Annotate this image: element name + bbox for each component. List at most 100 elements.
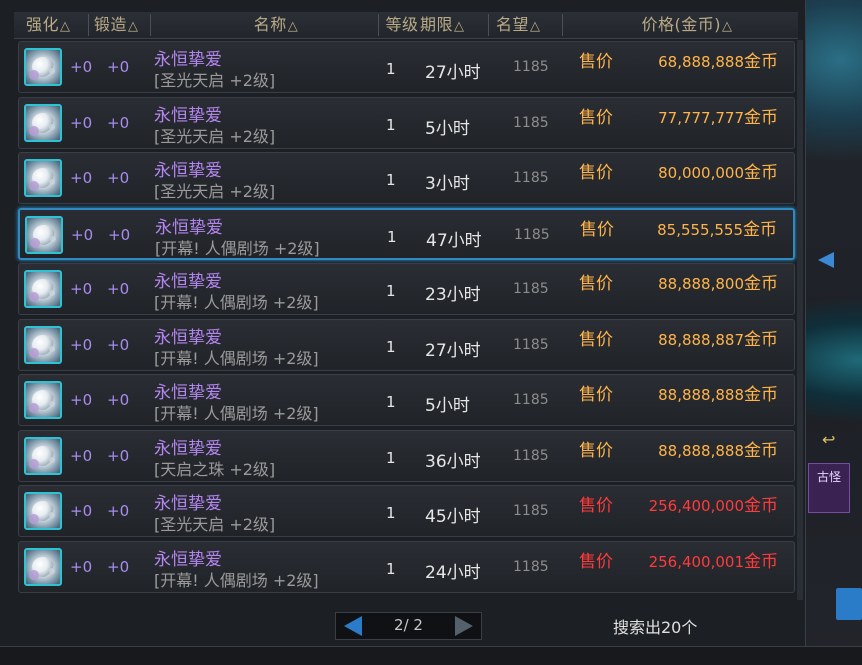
listing-row[interactable]: +0 +0 永恒挚爱 [圣光天启 +2级] 1 45小时 1185 售价 256… bbox=[18, 485, 795, 537]
item-level: 1 bbox=[386, 393, 396, 411]
sell-label: 售价 bbox=[580, 219, 614, 240]
header-divider bbox=[150, 14, 151, 36]
return-icon[interactable]: ↩ bbox=[822, 430, 835, 449]
item-subname: [天启之珠 +2级] bbox=[154, 459, 276, 479]
item-subname: [圣光天启 +2级] bbox=[154, 182, 276, 201]
item-subname: [开幕! 人偶剧场 +2级] bbox=[154, 348, 319, 368]
listing-row[interactable]: +0 +0 永恒挚爱 [天启之珠 +2级] 1 36小时 1185 售价 88,… bbox=[18, 429, 795, 482]
enhance-value: +0 bbox=[70, 113, 93, 132]
item-level: 1 bbox=[386, 337, 396, 356]
item-level: 1 bbox=[386, 504, 396, 522]
listing-row[interactable]: +0 +0 永恒挚爱 [开幕! 人偶剧场 +2级] 1 5小时 1185 售价 … bbox=[18, 374, 795, 426]
forge-value: +0 bbox=[107, 446, 130, 465]
listing-row[interactable]: +0 +0 永恒挚爱 [开幕! 人偶剧场 +2级] 1 47小时 1185 售价… bbox=[18, 207, 795, 260]
eternal-love-item-icon[interactable] bbox=[24, 159, 62, 197]
header-divider bbox=[488, 14, 489, 36]
fame-value: 1185 bbox=[513, 170, 549, 186]
fame-value: 1185 bbox=[513, 447, 549, 464]
price-value: 77,777,777金币 bbox=[658, 107, 778, 128]
forge-value: +0 bbox=[107, 391, 130, 409]
sell-label: 售价 bbox=[579, 52, 613, 72]
side-button-label: 古怪 bbox=[817, 470, 842, 484]
listing-row[interactable]: +0 +0 永恒挚爱 [开幕! 人偶剧场 +2级] 1 24小时 1185 售价… bbox=[18, 540, 795, 593]
price-value: 88,888,800金币 bbox=[658, 274, 778, 294]
fame-value: 1185 bbox=[513, 114, 549, 131]
eternal-love-item-icon[interactable] bbox=[24, 492, 62, 530]
enhance-value: +0 bbox=[70, 58, 93, 76]
remaining-time: 24小时 bbox=[425, 562, 481, 583]
header-duration[interactable]: 期限△ bbox=[420, 15, 480, 35]
eternal-love-item-icon[interactable] bbox=[24, 48, 62, 86]
listing-row[interactable]: +0 +0 永恒挚爱 [圣光天启 +2级] 1 3小时 1185 售价 80,0… bbox=[18, 152, 795, 204]
forge-value: +0 bbox=[107, 335, 130, 354]
listing-row[interactable]: +0 +0 永恒挚爱 [开幕! 人偶剧场 +2级] 1 27小时 1185 售价… bbox=[18, 318, 795, 371]
eternal-love-item-icon[interactable] bbox=[24, 436, 62, 475]
item-subname: [圣光天启 +2级] bbox=[154, 126, 276, 146]
forge-value: +0 bbox=[107, 58, 130, 76]
item-level: 1 bbox=[386, 282, 396, 300]
header-price[interactable]: 价格(金币)△ bbox=[632, 15, 742, 35]
side-action-button[interactable]: 古怪 bbox=[808, 463, 850, 513]
header-fame[interactable]: 名望△ bbox=[496, 15, 556, 35]
side-left-arrow-icon[interactable] bbox=[818, 252, 834, 268]
sell-label: 售价 bbox=[579, 329, 613, 350]
enhance-value: +0 bbox=[70, 169, 93, 187]
listing-row[interactable]: +0 +0 永恒挚爱 [圣光天启 +2级] 1 27小时 1185 售价 68,… bbox=[18, 41, 795, 93]
sell-label: 售价 bbox=[579, 496, 613, 516]
eternal-love-item-icon[interactable] bbox=[24, 381, 62, 419]
remaining-time: 5小时 bbox=[425, 118, 470, 139]
enhance-value: +0 bbox=[70, 557, 93, 576]
sell-label: 售价 bbox=[579, 163, 613, 183]
side-blue-button[interactable] bbox=[836, 588, 862, 620]
forge-value: +0 bbox=[107, 280, 130, 298]
sell-label: 售价 bbox=[579, 107, 613, 128]
enhance-value: +0 bbox=[71, 225, 94, 244]
forge-value: +0 bbox=[108, 225, 131, 244]
item-level: 1 bbox=[386, 60, 396, 78]
remaining-time: 23小时 bbox=[425, 285, 481, 305]
forge-value: +0 bbox=[107, 113, 130, 132]
price-value: 256,400,001金币 bbox=[648, 551, 778, 572]
fame-value: 1185 bbox=[513, 59, 549, 75]
price-value: 88,888,888金币 bbox=[658, 385, 778, 405]
pagination: 2/ 2 bbox=[335, 612, 482, 640]
price-value: 88,888,888金币 bbox=[658, 440, 778, 461]
enhance-value: +0 bbox=[70, 280, 93, 298]
forge-value: +0 bbox=[107, 502, 130, 520]
remaining-time: 5小时 bbox=[425, 396, 470, 416]
price-value: 80,000,000金币 bbox=[658, 163, 778, 183]
item-subname: [开幕! 人偶剧场 +2级] bbox=[154, 404, 319, 423]
remaining-time: 27小时 bbox=[425, 63, 481, 83]
eternal-love-item-icon[interactable] bbox=[24, 325, 62, 364]
item-level: 1 bbox=[386, 559, 396, 578]
sell-label: 售价 bbox=[579, 440, 613, 461]
fame-value: 1185 bbox=[513, 558, 549, 575]
eternal-love-item-icon[interactable] bbox=[24, 270, 62, 308]
scrollbar[interactable] bbox=[797, 40, 803, 600]
header-level[interactable]: 等级 bbox=[382, 15, 422, 35]
eternal-love-item-icon[interactable] bbox=[25, 215, 63, 254]
header-divider bbox=[562, 14, 563, 36]
item-subname: [开幕! 人偶剧场 +2级] bbox=[154, 293, 319, 312]
forge-value: +0 bbox=[107, 169, 130, 187]
fame-value: 1185 bbox=[513, 392, 549, 408]
bottom-toolbar bbox=[0, 646, 862, 665]
fame-value: 1185 bbox=[513, 503, 549, 519]
listing-row[interactable]: +0 +0 永恒挚爱 [圣光天启 +2级] 1 5小时 1185 售价 77,7… bbox=[18, 96, 795, 149]
fame-value: 1185 bbox=[513, 336, 549, 353]
eternal-love-item-icon[interactable] bbox=[24, 103, 62, 142]
header-enhance[interactable]: 强化△ bbox=[26, 15, 86, 35]
listing-row[interactable]: +0 +0 永恒挚爱 [开幕! 人偶剧场 +2级] 1 23小时 1185 售价… bbox=[18, 263, 795, 315]
price-value: 85,555,555金币 bbox=[657, 219, 777, 240]
header-divider bbox=[378, 14, 379, 36]
remaining-time: 45小时 bbox=[425, 507, 481, 527]
header-name[interactable]: 名称△ bbox=[236, 15, 316, 35]
sell-label: 售价 bbox=[579, 551, 613, 572]
next-page-arrow-icon[interactable] bbox=[455, 616, 473, 636]
price-value: 88,888,887金币 bbox=[658, 329, 778, 350]
eternal-love-item-icon[interactable] bbox=[24, 547, 62, 586]
forge-value: +0 bbox=[107, 557, 130, 576]
sell-label: 售价 bbox=[579, 274, 613, 294]
item-level: 1 bbox=[386, 171, 396, 189]
header-forge[interactable]: 锻造△ bbox=[94, 15, 154, 35]
